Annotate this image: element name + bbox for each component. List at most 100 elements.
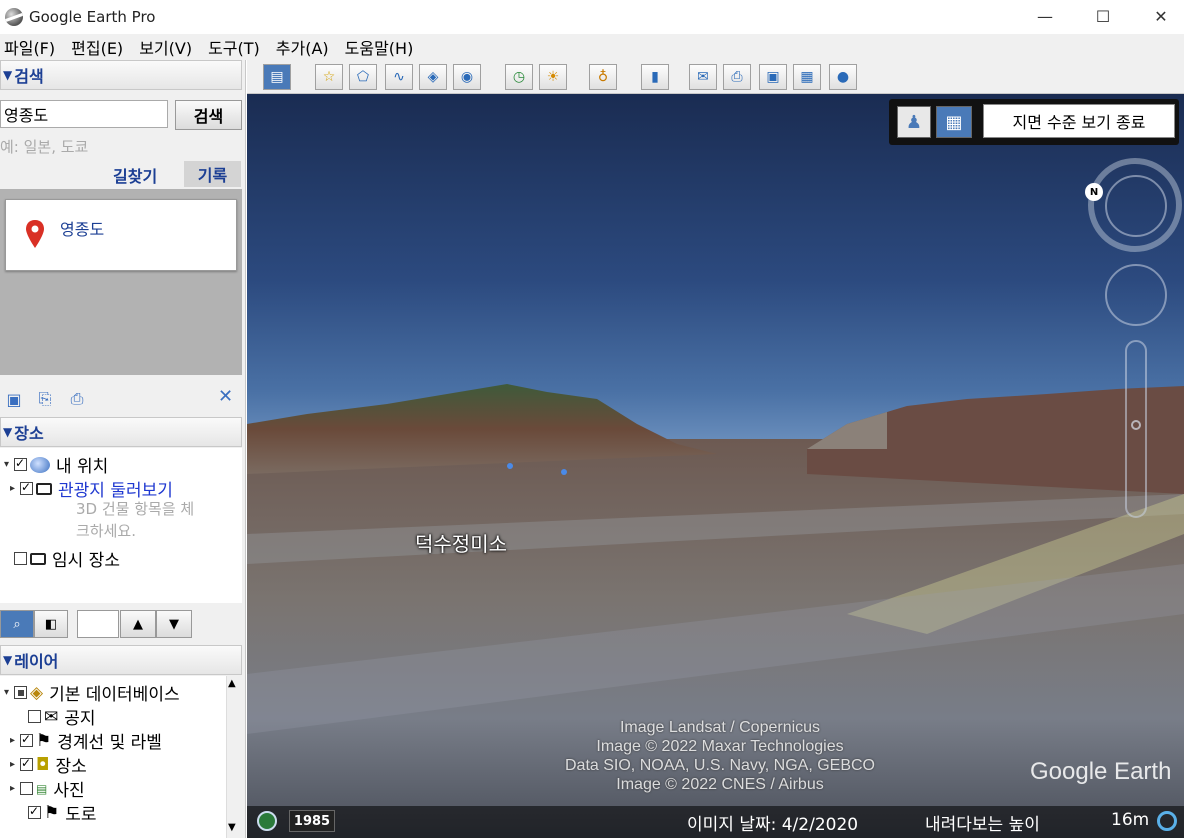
save-image-icon[interactable]: ▣ bbox=[759, 64, 787, 90]
temp-places-checkbox[interactable] bbox=[14, 552, 27, 565]
north-indicator-icon[interactable]: N bbox=[1085, 183, 1103, 201]
toggle-panel-icon[interactable]: ◧ bbox=[34, 610, 68, 638]
map-place-label[interactable]: 덕수정미소 bbox=[415, 528, 507, 557]
add-placemark-icon[interactable]: ☆ bbox=[315, 64, 343, 90]
search-section-header[interactable]: ▼ 검색 bbox=[0, 60, 242, 90]
layers-header-label: 레이어 bbox=[14, 652, 59, 671]
map-view[interactable]: 덕수정미소 Image Landsat / Copernicus Image ©… bbox=[247, 94, 1184, 838]
layer-item[interactable]: ▾ ◈ 기본 데이터베이스 bbox=[4, 680, 180, 706]
eye-altitude-label: 내려다보는 높이 bbox=[925, 815, 1040, 835]
expand-arrow-icon[interactable]: ▾ bbox=[4, 687, 14, 698]
compass-inner[interactable] bbox=[1105, 175, 1167, 237]
print-icon[interactable]: ⎙ bbox=[66, 388, 88, 410]
directions-link[interactable]: 길찾기 bbox=[113, 163, 157, 187]
collapse-triangle-icon: ▼ bbox=[3, 425, 13, 439]
place-square-icon: ◘ bbox=[36, 754, 50, 775]
expand-arrow-icon[interactable]: ▸ bbox=[10, 735, 20, 746]
menu-view[interactable]: 보기(V) bbox=[135, 35, 204, 59]
attribution-line: Image Landsat / Copernicus bbox=[619, 719, 821, 736]
view-maps-icon[interactable]: ▦ bbox=[793, 64, 821, 90]
status-bar: 1985 이미지 날짜: 4/2/2020 내려다보는 높이 16m bbox=[247, 806, 1184, 838]
tree-item-my-places[interactable]: ▾ 내 위치 bbox=[4, 452, 108, 477]
layer-label: 공지 bbox=[64, 709, 96, 729]
search-result-item[interactable]: 영종도 bbox=[5, 199, 237, 271]
building-view-icon[interactable]: ▦ bbox=[936, 106, 972, 138]
menu-tools[interactable]: 도구(T) bbox=[204, 35, 272, 59]
sidebar-toggle-icon[interactable]: ▤ bbox=[263, 64, 291, 90]
print-icon[interactable]: ⎙ bbox=[723, 64, 751, 90]
image-overlay-icon[interactable]: ◈ bbox=[419, 64, 447, 90]
layer-label: 기본 데이터베이스 bbox=[49, 685, 180, 705]
layer-label: 사진 bbox=[53, 781, 85, 801]
earth-gallery-icon[interactable]: ● bbox=[829, 64, 857, 90]
search-button[interactable]: 검색 bbox=[175, 100, 242, 130]
search-places-icon[interactable]: ⌕ bbox=[0, 610, 34, 638]
layer-label: 장소 bbox=[55, 757, 87, 777]
photo-icon: ▤ bbox=[36, 781, 48, 796]
maximize-button[interactable]: ☐ bbox=[1074, 0, 1132, 33]
person-view-icon[interactable]: ♟ bbox=[897, 106, 931, 138]
copy-icon[interactable]: ⎘ bbox=[34, 388, 56, 410]
menu-edit[interactable]: 편집(E) bbox=[67, 35, 135, 59]
sightseeing-hint-line1: 3D 건물 항목을 체 bbox=[76, 500, 195, 518]
zoom-slider-knob[interactable] bbox=[1131, 420, 1141, 430]
nav-field[interactable] bbox=[77, 610, 119, 638]
imagery-attribution: Image Landsat / Copernicus Image © 2022 … bbox=[520, 718, 920, 794]
layers-tree: ▾ ◈ 기본 데이터베이스 ✉ 공지 ▸ ⚑ 경계선 및 라벨 ▸ ◘ 장소 ▸… bbox=[0, 676, 242, 838]
expand-arrow-icon[interactable]: ▾ bbox=[4, 459, 14, 470]
layer-item[interactable]: ⚑ 도로 bbox=[28, 800, 97, 825]
places-section-header[interactable]: ▼ 장소 bbox=[0, 417, 242, 447]
move-down-icon[interactable]: ▼ bbox=[156, 610, 192, 638]
menu-add[interactable]: 추가(A) bbox=[272, 35, 341, 59]
layer-checkbox[interactable] bbox=[28, 806, 41, 819]
scroll-down-icon[interactable]: ▼ bbox=[228, 822, 236, 833]
email-icon[interactable]: ✉ bbox=[689, 64, 717, 90]
look-joystick[interactable] bbox=[1105, 264, 1167, 326]
layers-section-header[interactable]: ▼ 레이어 bbox=[0, 645, 242, 675]
add-polygon-icon[interactable]: ⬠ bbox=[349, 64, 377, 90]
close-button[interactable]: ✕ bbox=[1132, 0, 1184, 33]
layer-checkbox[interactable] bbox=[14, 686, 27, 699]
expand-arrow-icon[interactable]: ▸ bbox=[10, 759, 20, 770]
layer-checkbox[interactable] bbox=[28, 710, 41, 723]
tree-item-temp-places[interactable]: 임시 장소 bbox=[14, 546, 120, 571]
globe-icon bbox=[30, 456, 50, 473]
imagery-year-badge[interactable]: 1985 bbox=[289, 810, 335, 832]
places-toolbar: ▣ ⎘ ⎙ bbox=[0, 384, 242, 414]
planets-icon[interactable]: ♁ bbox=[589, 64, 617, 90]
layer-checkbox[interactable] bbox=[20, 758, 33, 771]
collapse-triangle-icon: ▼ bbox=[3, 68, 13, 82]
menu-help[interactable]: 도움말(H) bbox=[341, 35, 426, 59]
layers-scrollbar[interactable]: ▲ ▼ bbox=[226, 676, 242, 838]
layer-item[interactable]: ▸ ⚑ 경계선 및 라벨 bbox=[10, 728, 162, 754]
minimize-button[interactable]: — bbox=[1016, 0, 1074, 33]
map-pin-icon bbox=[26, 220, 44, 248]
my-places-checkbox[interactable] bbox=[14, 458, 27, 471]
menu-bar: 파일(F) 편집(E) 보기(V) 도구(T) 추가(A) 도움말(H) bbox=[0, 34, 1184, 60]
scroll-up-icon[interactable]: ▲ bbox=[228, 678, 236, 689]
layer-item[interactable]: ✉ 공지 bbox=[28, 704, 96, 729]
historical-imagery-icon[interactable] bbox=[257, 811, 277, 831]
expand-arrow-icon[interactable]: ▸ bbox=[10, 483, 20, 494]
ruler-icon[interactable]: ▮ bbox=[641, 64, 669, 90]
layer-item[interactable]: ▸ ◘ 장소 bbox=[10, 752, 87, 778]
layer-checkbox[interactable] bbox=[20, 782, 33, 795]
menu-file[interactable]: 파일(F) bbox=[0, 35, 67, 59]
record-tour-icon[interactable]: ◉ bbox=[453, 64, 481, 90]
flag-icon: ⚑ bbox=[44, 802, 60, 823]
sunlight-icon[interactable]: ☀ bbox=[539, 64, 567, 90]
historical-imagery-icon[interactable]: ◷ bbox=[505, 64, 533, 90]
close-panel-icon[interactable]: ✕ bbox=[218, 386, 233, 407]
sightseeing-checkbox[interactable] bbox=[20, 482, 33, 495]
map-toolbar: ▤ ☆ ⬠ ∿ ◈ ◉ ◷ ☀ ♁ ▮ ✉ ⎙ ▣ ▦ ● bbox=[247, 60, 1184, 94]
expand-arrow-icon[interactable]: ▸ bbox=[10, 783, 20, 794]
add-path-icon[interactable]: ∿ bbox=[385, 64, 413, 90]
exit-ground-view-button[interactable]: 지면 수준 보기 종료 bbox=[983, 104, 1175, 138]
layer-checkbox[interactable] bbox=[20, 734, 33, 747]
streaming-progress-icon bbox=[1157, 811, 1177, 831]
layer-item[interactable]: ▸ ▤ 사진 bbox=[10, 776, 85, 801]
search-input[interactable] bbox=[0, 100, 168, 128]
history-tab[interactable]: 기록 bbox=[184, 161, 241, 187]
add-folder-icon[interactable]: ▣ bbox=[3, 388, 25, 410]
move-up-icon[interactable]: ▲ bbox=[120, 610, 156, 638]
